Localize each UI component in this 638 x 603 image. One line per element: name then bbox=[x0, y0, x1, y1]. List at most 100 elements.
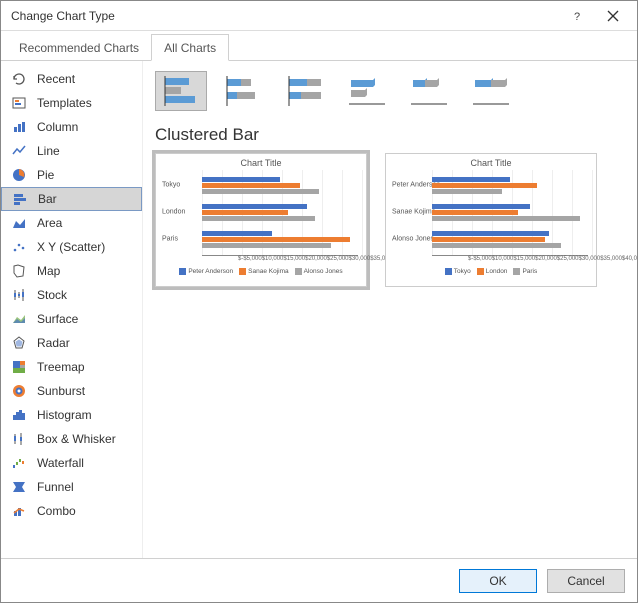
sidebar-item-funnel[interactable]: Funnel bbox=[1, 475, 142, 499]
subtype-100-stacked-bar[interactable] bbox=[279, 71, 331, 111]
sidebar-item-combo[interactable]: Combo bbox=[1, 499, 142, 523]
sidebar-item-column[interactable]: Column bbox=[1, 115, 142, 139]
bar bbox=[432, 243, 561, 248]
bar bbox=[432, 177, 510, 182]
category-label: Paris bbox=[162, 236, 178, 243]
tab-recommended-charts[interactable]: Recommended Charts bbox=[7, 35, 151, 60]
sidebar-item-map[interactable]: Map bbox=[1, 259, 142, 283]
subtype-3d-100-stacked-bar[interactable] bbox=[465, 71, 517, 111]
preview-title: Chart Title bbox=[158, 158, 364, 168]
tab-all-charts[interactable]: All Charts bbox=[151, 34, 229, 61]
bar bbox=[432, 216, 580, 221]
subtype-3d-stacked-bar[interactable] bbox=[403, 71, 455, 111]
category-icon bbox=[11, 503, 27, 519]
subtype-clustered-bar[interactable] bbox=[155, 71, 207, 111]
chart-preview-1[interactable]: Chart TitlePeter AndersonSanae KojimaAlo… bbox=[385, 153, 597, 287]
sidebar-item-label: Radar bbox=[37, 336, 70, 350]
tab-strip: Recommended Charts All Charts bbox=[1, 31, 637, 61]
sidebar-item-label: Sunburst bbox=[37, 384, 85, 398]
sidebar-item-templates[interactable]: Templates bbox=[1, 91, 142, 115]
category-icon bbox=[11, 431, 27, 447]
category-icon bbox=[12, 191, 28, 207]
category-icon bbox=[11, 71, 27, 87]
category-icon bbox=[11, 119, 27, 135]
category-icon bbox=[11, 263, 27, 279]
category-icon bbox=[11, 143, 27, 159]
dialog-footer: OK Cancel bbox=[1, 558, 637, 602]
sidebar-item-label: Box & Whisker bbox=[37, 432, 116, 446]
sidebar-item-line[interactable]: Line bbox=[1, 139, 142, 163]
bar bbox=[202, 204, 307, 209]
category-icon bbox=[11, 455, 27, 471]
sidebar-item-label: Waterfall bbox=[37, 456, 84, 470]
sidebar-item-label: Map bbox=[37, 264, 60, 278]
x-axis-ticks: $-$5,000$10,000$15,000$20,000$25,000$30,… bbox=[238, 256, 400, 266]
x-axis-ticks: $-$5,000$10,000$15,000$20,000$25,000$30,… bbox=[468, 256, 630, 266]
sidebar-item-surface[interactable]: Surface bbox=[1, 307, 142, 331]
bar bbox=[432, 237, 545, 242]
bar bbox=[202, 210, 288, 215]
sidebar-item-label: Histogram bbox=[37, 408, 92, 422]
sidebar-item-bar[interactable]: Bar bbox=[1, 187, 142, 211]
sidebar-item-label: X Y (Scatter) bbox=[37, 240, 105, 254]
bar bbox=[432, 210, 518, 215]
subtype-stacked-bar[interactable] bbox=[217, 71, 269, 111]
sidebar-item-pie[interactable]: Pie bbox=[1, 163, 142, 187]
bar bbox=[432, 204, 530, 209]
category-icon bbox=[11, 311, 27, 327]
sidebar-item-radar[interactable]: Radar bbox=[1, 331, 142, 355]
bar bbox=[202, 189, 319, 194]
sidebar-item-sunburst[interactable]: Sunburst bbox=[1, 379, 142, 403]
bar bbox=[432, 231, 549, 236]
sidebar-item-label: Combo bbox=[37, 504, 76, 518]
category-icon bbox=[11, 383, 27, 399]
help-button[interactable]: ? bbox=[559, 2, 595, 30]
preview-title: Chart Title bbox=[388, 158, 594, 168]
category-icon bbox=[11, 95, 27, 111]
bar bbox=[202, 237, 350, 242]
sidebar-item-recent[interactable]: Recent bbox=[1, 67, 142, 91]
category-label: Alonso Jones bbox=[392, 236, 434, 243]
category-icon bbox=[11, 167, 27, 183]
sidebar-item-treemap[interactable]: Treemap bbox=[1, 355, 142, 379]
subtype-3d-clustered-bar[interactable] bbox=[341, 71, 393, 111]
category-label: Sanae Kojima bbox=[392, 209, 436, 216]
chart-content-pane: Clustered Bar Chart Title Tokyo London Pari… bbox=[143, 61, 637, 558]
category-icon bbox=[11, 335, 27, 351]
close-button[interactable] bbox=[595, 2, 631, 30]
change-chart-type-dialog: Change Chart Type ? Recommended Charts A… bbox=[0, 0, 638, 603]
subtype-title: Clustered Bar bbox=[155, 125, 625, 145]
bar bbox=[202, 231, 272, 236]
sidebar-item-histogram[interactable]: Histogram bbox=[1, 403, 142, 427]
category-icon bbox=[11, 215, 27, 231]
category-icon bbox=[11, 407, 27, 423]
sidebar-item-x-y-scatter-[interactable]: X Y (Scatter) bbox=[1, 235, 142, 259]
bar bbox=[202, 177, 280, 182]
sidebar-item-label: Funnel bbox=[37, 480, 74, 494]
bar bbox=[202, 243, 331, 248]
sidebar-item-area[interactable]: Area bbox=[1, 211, 142, 235]
titlebar: Change Chart Type ? bbox=[1, 1, 637, 31]
sidebar-item-label: Bar bbox=[38, 192, 57, 206]
sidebar-item-box-whisker[interactable]: Box & Whisker bbox=[1, 427, 142, 451]
category-icon bbox=[11, 479, 27, 495]
category-label: London bbox=[162, 209, 185, 216]
preview-row: Chart Title Tokyo London Paris $-$5,000$10,0… bbox=[155, 153, 625, 287]
legend: Peter AndersonSanae KojimaAlonso Jones bbox=[158, 268, 364, 275]
category-icon bbox=[11, 287, 27, 303]
sidebar-item-label: Surface bbox=[37, 312, 78, 326]
sidebar-item-label: Column bbox=[37, 120, 78, 134]
category-icon bbox=[11, 359, 27, 375]
window-title: Change Chart Type bbox=[11, 9, 559, 23]
chart-category-sidebar: RecentTemplates Column Line Pie Bar Area X Y (… bbox=[1, 61, 143, 558]
sidebar-item-label: Line bbox=[37, 144, 60, 158]
chart-preview-0[interactable]: Chart TitleTokyoLondonParis$-$5,000$10,0… bbox=[155, 153, 367, 287]
ok-button[interactable]: OK bbox=[459, 569, 537, 593]
sidebar-item-waterfall[interactable]: Waterfall bbox=[1, 451, 142, 475]
category-label: Tokyo bbox=[162, 182, 180, 189]
bar bbox=[432, 183, 537, 188]
sidebar-item-stock[interactable]: Stock bbox=[1, 283, 142, 307]
svg-text:?: ? bbox=[574, 11, 580, 22]
sidebar-item-label: Stock bbox=[37, 288, 67, 302]
cancel-button[interactable]: Cancel bbox=[547, 569, 625, 593]
